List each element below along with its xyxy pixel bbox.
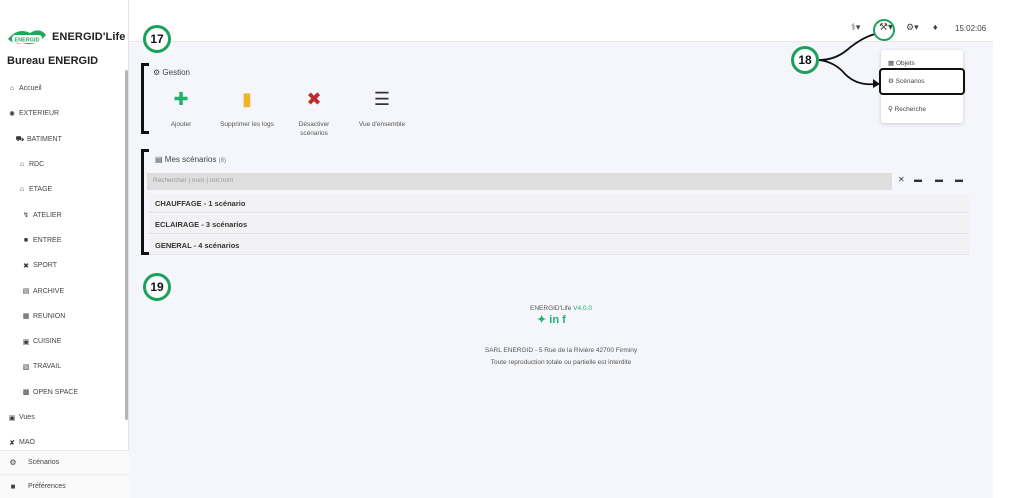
sidebar-item-preferences[interactable]: ■ Préférences	[0, 474, 129, 498]
site-title: Bureau ENERGID	[7, 55, 99, 67]
dropdown-item-recherche[interactable]: ⚲ Recherche	[888, 105, 926, 113]
group-icon: ▩	[22, 389, 30, 397]
logo-leaf-icon: ENERGID	[6, 25, 48, 49]
right-margin	[993, 0, 1024, 498]
facebook-icon[interactable]: f	[562, 314, 566, 326]
dropdown-item-objets[interactable]: ▦ Objets	[888, 59, 915, 67]
meeting-icon: ▦	[22, 313, 30, 321]
folder-icon[interactable]: ▬	[935, 175, 943, 184]
callout-17: 17	[143, 25, 171, 53]
callout-19: 19	[143, 273, 171, 301]
gestion-bracket	[141, 63, 149, 134]
footer-rights: Toute reproduction totale ou partielle e…	[490, 359, 632, 366]
sidebar-item-travail[interactable]: ▧ TRAVAIL	[0, 354, 125, 379]
sidebar: ENERGID ENERGID'Life Bureau ENERGID ⌂ Acc…	[0, 0, 129, 498]
scenario-group-eclairage[interactable]: ECLAIRAGE - 3 scénarios	[149, 215, 969, 234]
gear-icon[interactable]: ⚙▾	[906, 22, 919, 33]
home-icon: ⌂	[19, 161, 25, 169]
sidebar-item-vues[interactable]: ▣ Vues	[0, 405, 125, 430]
sidebar-item-rdc[interactable]: ⌂ RDC	[0, 152, 125, 177]
scenarios-highlight-box	[879, 68, 965, 95]
grid-icon: ▦	[888, 60, 895, 67]
scenario-group-general[interactable]: GENERAL - 4 scénarios	[149, 236, 969, 255]
logo-text: ENERGID'Life	[52, 31, 126, 43]
bell-icon[interactable]: ♦	[933, 22, 938, 32]
overview-button[interactable]: ☰ Vue d'ensemble	[342, 88, 422, 129]
search-icon: ⚲	[888, 106, 893, 113]
wrench-highlight-ring	[873, 19, 895, 41]
sidebar-item-archive[interactable]: ▤ ARCHIVE	[0, 278, 125, 303]
sidebar-item-etage[interactable]: ⌂ ETAGE	[0, 177, 125, 202]
gear-icon: ⚙	[9, 458, 17, 467]
image-icon: ▣	[8, 414, 16, 422]
calendar-icon: ▧	[22, 363, 30, 371]
footer-address: SARL ENERGID - 5 Rue de la Rivière 42700…	[484, 347, 638, 354]
gear-icon: ⚙	[153, 68, 161, 77]
file-icon: ▤	[155, 155, 163, 164]
sidebar-item-open-space[interactable]: ▩ OPEN SPACE	[0, 380, 125, 405]
bolt-icon: ↯	[23, 212, 29, 220]
linkedin-icon[interactable]: in	[549, 314, 559, 326]
scenario-group-chauffage[interactable]: CHAUFFAGE - 1 scénario	[149, 194, 969, 213]
collapse-icon[interactable]: ▬	[955, 175, 963, 184]
sidebar-item-exterieur[interactable]: ✺ EXTERIEUR	[0, 101, 125, 126]
person-icon: ■	[23, 236, 29, 244]
home-icon: ⌂	[19, 186, 25, 194]
sidebar-scrollbar[interactable]	[125, 70, 128, 420]
folder-open-icon[interactable]: ▬	[914, 175, 922, 184]
sidebar-item-cuisine[interactable]: ▣ CUISINE	[0, 329, 125, 354]
sun-icon: ✺	[9, 110, 15, 118]
scenarios-title: ▤ Mes scénarios (8)	[155, 155, 226, 164]
footer-version: V4.0.0	[573, 305, 592, 312]
sidebar-item-accueil[interactable]: ⌂ Accueil	[0, 76, 125, 101]
sidebar-item-batiment[interactable]: ⛟ BATIMENT	[0, 127, 125, 152]
social-links: ✦ in f	[537, 313, 566, 326]
truck-icon: ⛟	[15, 135, 25, 143]
sidebar-item-sport[interactable]: ✖ SPORT	[0, 253, 125, 278]
scenario-search-input[interactable]: Rechercher | nom | not:nom	[147, 173, 892, 190]
sidebar-item-atelier[interactable]: ↯ ATELIER	[0, 202, 125, 227]
sidebar-nav: ⌂ Accueil ✺ EXTERIEUR ⛟ BATIMENT ⌂ RDC ⌂ ETAG…	[0, 76, 125, 455]
logo-badge-text: ENERGID	[14, 38, 39, 44]
books-icon: ▤	[22, 288, 30, 296]
app-logo[interactable]: ENERGID ENERGID'Life	[6, 24, 126, 50]
clock: 15:02:06	[955, 24, 987, 33]
gestion-title: ⚙ Gestion	[153, 68, 190, 77]
footer-brand: ENERGID'Life V4.0.0	[530, 305, 592, 312]
twitter-icon[interactable]: ✦	[537, 314, 546, 326]
clear-search-icon[interactable]: ✕	[898, 175, 905, 184]
callout-18: 18	[791, 46, 819, 74]
briefcase-icon: ■	[10, 482, 16, 491]
sport-icon: ✖	[23, 262, 29, 270]
tools-icon: ✘	[9, 439, 15, 447]
sidebar-item-reunion[interactable]: ▦ REUNION	[0, 304, 125, 329]
list-icon: ☰	[373, 89, 391, 109]
sidebar-item-scenarios[interactable]: ⚙ Scénarios	[0, 450, 129, 474]
home-icon: ⌂	[9, 85, 15, 93]
scenarios-count: (8)	[218, 158, 226, 164]
scenarios-bracket	[141, 149, 149, 255]
sidebar-item-entree[interactable]: ■ ENTREE	[0, 228, 125, 253]
kitchen-icon: ▣	[22, 338, 30, 346]
